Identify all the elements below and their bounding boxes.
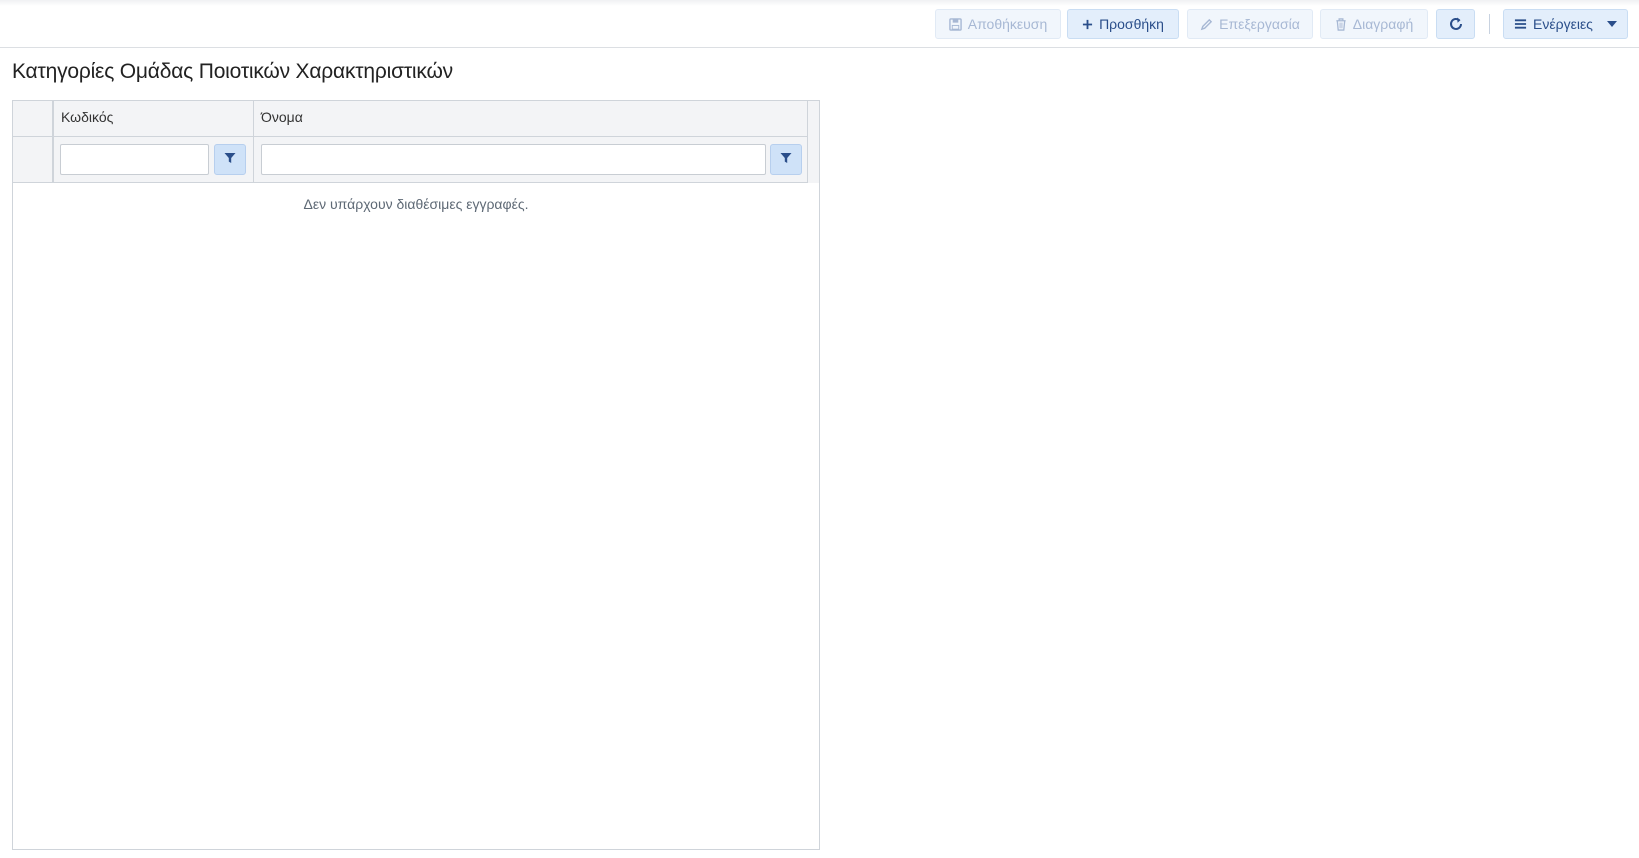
filter-button-code[interactable] [214,144,246,175]
delete-button[interactable]: Διαγραφή [1320,9,1428,39]
caret-down-icon [1606,20,1617,28]
actions-button-label: Ενέργειες [1533,16,1593,32]
data-grid: Κωδικός Όνομα Δεν υπάρχουν διαθέσιμες εγ… [12,100,820,850]
filter-input-name[interactable] [261,144,766,175]
row-selector-header [13,101,54,183]
trash-icon [1335,17,1347,31]
filter-button-name[interactable] [770,144,802,175]
column-header-code[interactable]: Κωδικός [61,109,113,125]
toolbar: Αποθήκευση Προσθήκη Επεξεργασία Διαγραφή… [0,0,1639,48]
refresh-icon [1448,16,1464,32]
add-button[interactable]: Προσθήκη [1067,9,1179,39]
save-button[interactable]: Αποθήκευση [935,9,1061,39]
toolbar-separator [1489,14,1490,34]
bars-icon [1514,18,1527,30]
actions-menu-button[interactable]: Ενέργειες [1503,9,1628,39]
pencil-icon [1200,18,1213,31]
page-title: Κατηγορίες Ομάδας Ποιοτικών Χαρακτηριστι… [12,60,453,83]
floppy-disk-icon [948,17,962,31]
delete-button-label: Διαγραφή [1352,16,1414,32]
filter-icon [224,151,236,169]
grid-header: Κωδικός Όνομα [13,101,819,183]
column-header-name[interactable]: Όνομα [261,109,303,125]
empty-grid-message: Δεν υπάρχουν διαθέσιμες εγγραφές. [303,196,529,212]
header-scrollbar-gutter [807,101,819,183]
save-button-label: Αποθήκευση [967,16,1048,32]
filter-icon [780,151,792,169]
edit-button[interactable]: Επεξεργασία [1187,9,1313,39]
refresh-button[interactable] [1436,9,1475,39]
filter-input-code[interactable] [60,144,209,175]
edit-button-label: Επεξεργασία [1219,16,1300,32]
add-button-label: Προσθήκη [1099,16,1164,32]
plus-icon [1082,19,1093,30]
